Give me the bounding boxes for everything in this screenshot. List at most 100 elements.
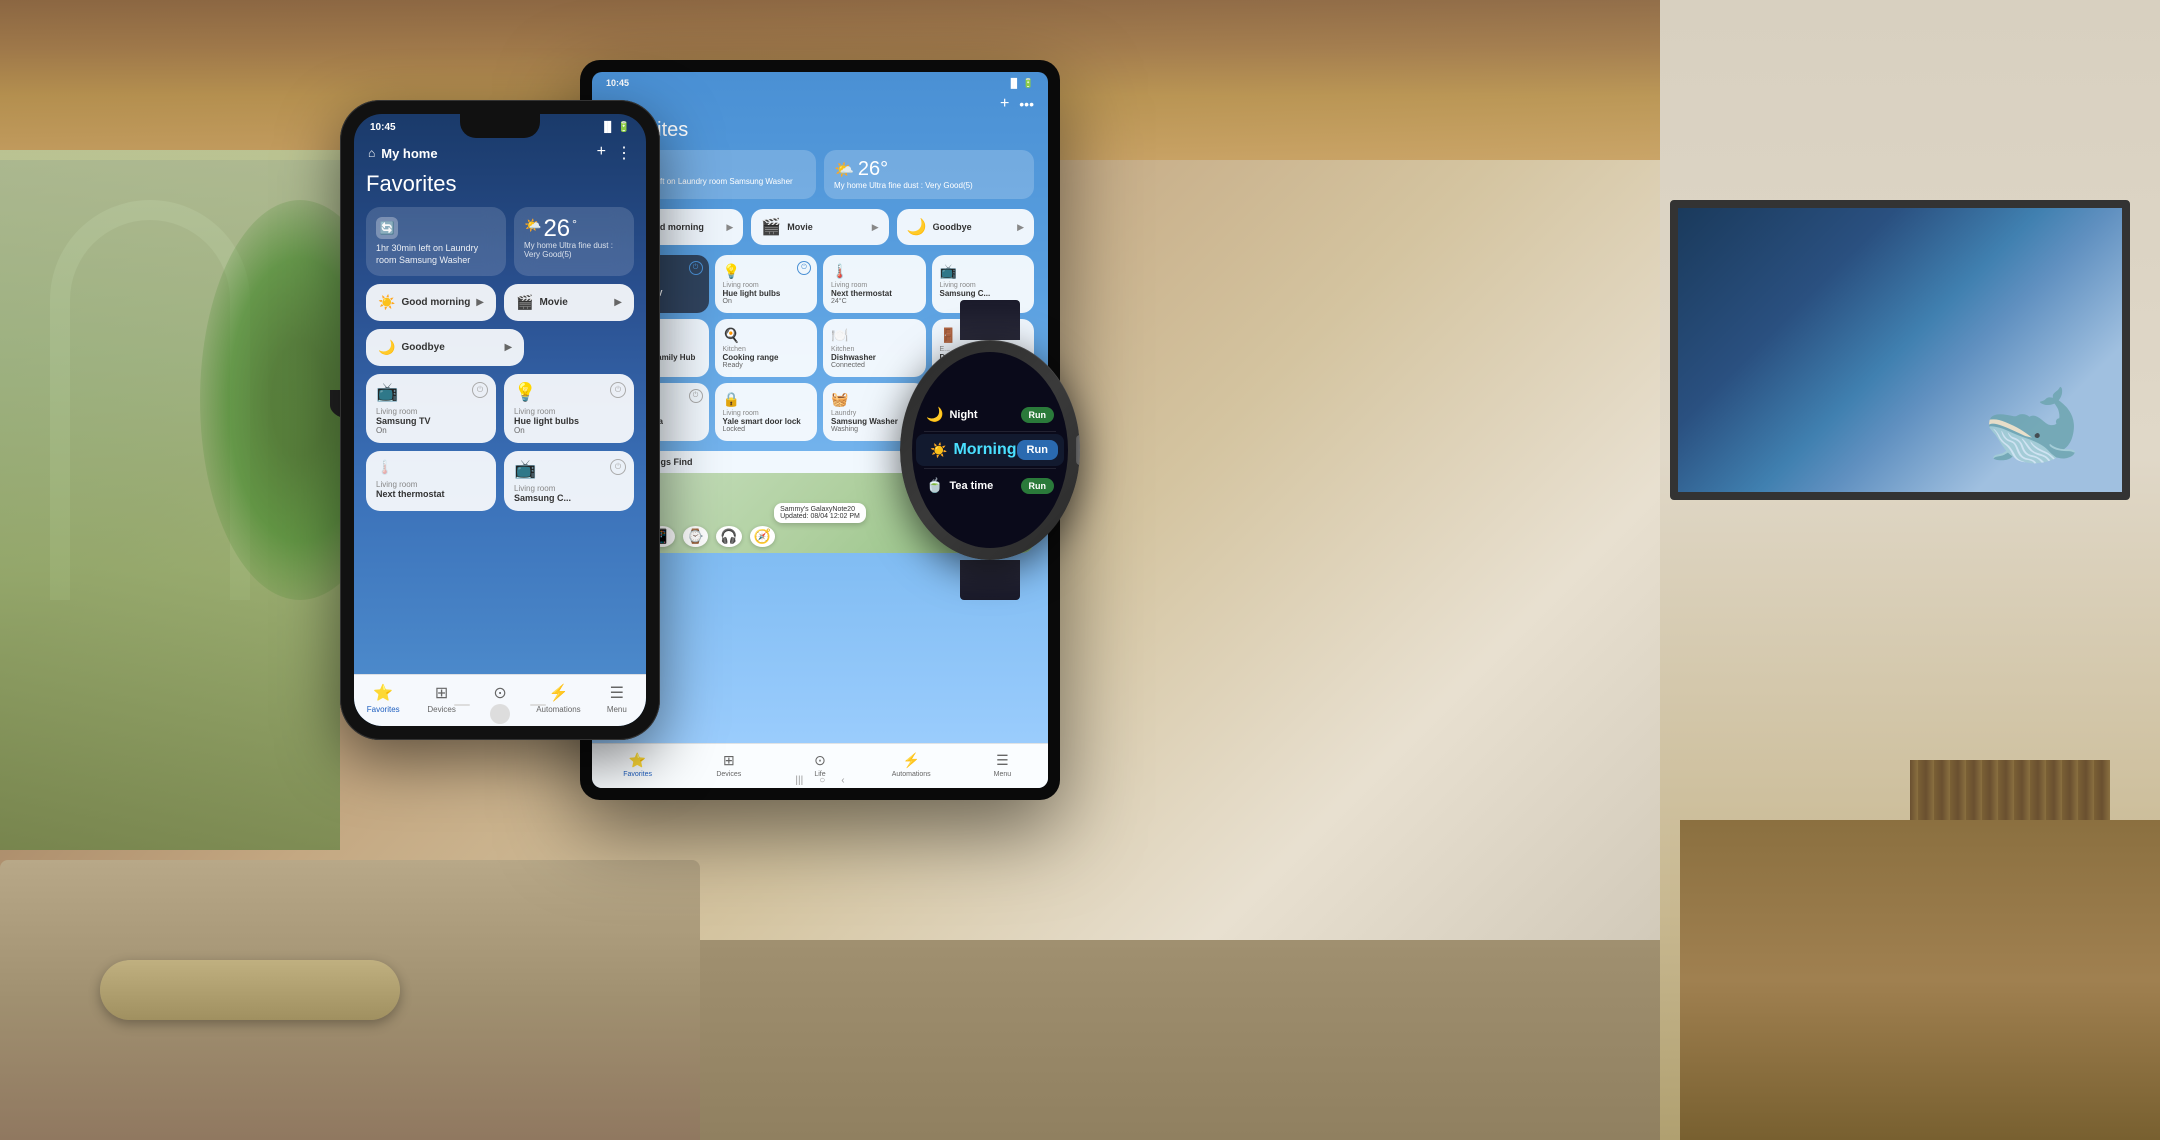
- tablet-back[interactable]: |||: [795, 775, 803, 786]
- watch-tea-left: 🍵 Tea time: [926, 477, 993, 494]
- scene-goodbye[interactable]: 🌙 Goodbye ▶: [366, 329, 524, 366]
- tablet-lock-location: Living room: [723, 410, 810, 417]
- tablet-cam-power[interactable]: ⏻: [689, 389, 703, 403]
- tablet-nav-menu[interactable]: ☰ Menu: [957, 752, 1048, 778]
- hue-icon: 💡: [514, 382, 624, 403]
- automations-nav-icon: ⚡: [548, 683, 568, 703]
- tablet-thermostat-icon: 🌡️: [831, 263, 918, 280]
- wall-tv: 🐋: [1670, 200, 2130, 500]
- phone-back-btn[interactable]: [454, 704, 470, 706]
- tablet-home[interactable]: ○: [819, 775, 825, 786]
- phone-hue-card[interactable]: ⏻ 💡 Living room Hue light bulbs On: [504, 374, 634, 443]
- tablet-hue-name: Hue light bulbs: [723, 289, 810, 298]
- tablet-tv-power[interactable]: ⏻: [689, 261, 703, 275]
- tablet-menu-icon: ☰: [996, 752, 1009, 769]
- watch-crown[interactable]: [1076, 435, 1080, 465]
- tablet-movie-left: 🎬 Movie: [761, 217, 812, 237]
- phone-samsung-tv-card[interactable]: ⏻ 📺 Living room Samsung TV On: [366, 374, 496, 443]
- phone-notch: [460, 114, 540, 138]
- phone-samsung-c-card[interactable]: ⏻ 📺 Living room Samsung C...: [504, 451, 634, 511]
- wall-tv-screen: 🐋: [1678, 208, 2122, 492]
- thermostat-location: Living room: [376, 480, 486, 489]
- tablet-dev-icon: ⊞: [723, 752, 735, 769]
- watch-scene-teatime[interactable]: 🍵 Tea time Run: [912, 471, 1068, 500]
- morning-arrow: ▶: [476, 297, 484, 308]
- watch-band-bottom: [960, 560, 1020, 600]
- menu-icon[interactable]: ⋮: [616, 143, 632, 163]
- phone-washer-card[interactable]: 🔄 1hr 30min left on Laundry room Samsung…: [366, 207, 506, 276]
- thermostat-icon: 🌡️: [376, 459, 486, 476]
- morning-label: Good morning: [401, 297, 470, 308]
- tablet-title: Favorites: [592, 119, 1048, 150]
- tablet-goodbye-icon: 🌙: [907, 217, 927, 237]
- tablet-nav-favorites[interactable]: ⭐ Favorites: [592, 752, 683, 778]
- morning-watch-label: Morning: [953, 441, 1016, 459]
- tablet-nav-devices[interactable]: ⊞ Devices: [683, 752, 774, 778]
- watch-scene-night[interactable]: 🌙 Night Run: [912, 400, 1068, 429]
- tablet-hue-card[interactable]: ⏻ 💡 Living room Hue light bulbs On: [715, 255, 818, 313]
- tablet-auto-icon: ⚡: [902, 752, 919, 769]
- thermostat-name: Next thermostat: [376, 489, 486, 499]
- tablet-dots-icon[interactable]: •••: [1019, 96, 1034, 112]
- map-headphones-icon[interactable]: 🎧: [716, 526, 741, 547]
- phone-weather-card[interactable]: 🌤️ 26 ° My home Ultra fine dust : Very G…: [514, 207, 634, 276]
- watch-night-left: 🌙 Night: [926, 406, 978, 423]
- tablet-movie-arrow: ▶: [872, 222, 879, 233]
- nav-favorites[interactable]: ⭐ Favorites: [354, 683, 412, 714]
- hue-name: Hue light bulbs: [514, 416, 624, 426]
- hue-status: On: [514, 426, 624, 435]
- tablet-menu-label: Menu: [994, 771, 1012, 778]
- hue-location: Living room: [514, 407, 624, 416]
- tablet-summary-row: 🔄 1hr 30min left on Laundry room Samsung…: [592, 150, 1048, 199]
- tea-run-btn[interactable]: Run: [1021, 478, 1055, 494]
- phone-thermostat-card[interactable]: 🌡️ Living room Next thermostat: [366, 451, 496, 511]
- favorites-nav-label: Favorites: [367, 705, 400, 714]
- tablet-range-location: Kitchen: [723, 346, 810, 353]
- phone-favorites-title: Favorites: [366, 171, 634, 197]
- phone-recents-btn[interactable]: [530, 704, 546, 706]
- phone-content: Favorites 🔄 1hr 30min left on Laundry ro…: [354, 171, 646, 519]
- morning-icon: ☀️: [378, 294, 395, 311]
- phone-summary-row: 🔄 1hr 30min left on Laundry room Samsung…: [366, 207, 634, 276]
- phone-home-btn[interactable]: [490, 704, 510, 724]
- scene-good-morning[interactable]: ☀️ Good morning ▶: [366, 284, 496, 321]
- tablet-morning-arrow: ▶: [726, 222, 733, 233]
- tea-label: Tea time: [949, 480, 993, 492]
- movie-arrow: ▶: [614, 297, 622, 308]
- tablet-recents[interactable]: ‹: [841, 775, 844, 786]
- tablet-door-lock-card[interactable]: 🔒 Living room Yale smart door lock Locke…: [715, 383, 818, 441]
- menu-nav-icon: ☰: [610, 683, 624, 703]
- tablet-cooking-range-card[interactable]: 🍳 Kitchen Cooking range Ready: [715, 319, 818, 377]
- washer-text: 1hr 30min left on Laundry room Samsung W…: [376, 243, 496, 266]
- morning-run-btn[interactable]: Run: [1017, 440, 1058, 460]
- tablet-scene-goodbye[interactable]: 🌙 Goodbye ▶: [897, 209, 1034, 245]
- smartwatch: 🌙 Night Run ☀️ Morning Run: [880, 300, 1100, 580]
- tablet-lock-status: Locked: [723, 426, 810, 433]
- tablet-plus-icon[interactable]: +: [1000, 95, 1009, 113]
- goodbye-label: Goodbye: [401, 342, 444, 353]
- scene-movie-left: 🎬 Movie: [516, 294, 568, 311]
- tablet-lock-icon: 🔒: [723, 391, 810, 408]
- scene-movie[interactable]: 🎬 Movie ▶: [504, 284, 634, 321]
- scene-left: ☀️ Good morning: [378, 294, 470, 311]
- tablet-nav-automations[interactable]: ⚡ Automations: [866, 752, 957, 778]
- night-run-btn[interactable]: Run: [1021, 407, 1055, 423]
- map-watch-icon[interactable]: ⌚: [683, 526, 708, 547]
- nav-menu[interactable]: ☰ Menu: [588, 683, 646, 714]
- morning-watch-icon: ☀️: [930, 442, 947, 459]
- watch-scene-morning[interactable]: ☀️ Morning Run: [916, 434, 1064, 466]
- tablet-weather-card[interactable]: 🌤️ 26° My home Ultra fine dust : Very Go…: [824, 150, 1034, 199]
- add-icon[interactable]: +: [597, 143, 606, 163]
- movie-label: Movie: [539, 297, 567, 308]
- tablet-lock-name: Yale smart door lock: [723, 417, 810, 426]
- scene-goodbye-left: 🌙 Goodbye: [378, 339, 445, 356]
- tablet-scene-movie[interactable]: 🎬 Movie ▶: [751, 209, 888, 245]
- tablet-movie-name: Movie: [787, 222, 813, 232]
- tablet-samsung-c-name: Samsung C...: [940, 289, 1027, 298]
- tablet-samsung-c-location: Living room: [940, 282, 1027, 289]
- map-compass-icon[interactable]: 🧭: [750, 526, 775, 547]
- watch-band-top: [960, 300, 1020, 340]
- tv-name: Samsung TV: [376, 416, 486, 426]
- tea-icon: 🍵: [926, 477, 943, 494]
- menu-nav-label: Menu: [607, 705, 627, 714]
